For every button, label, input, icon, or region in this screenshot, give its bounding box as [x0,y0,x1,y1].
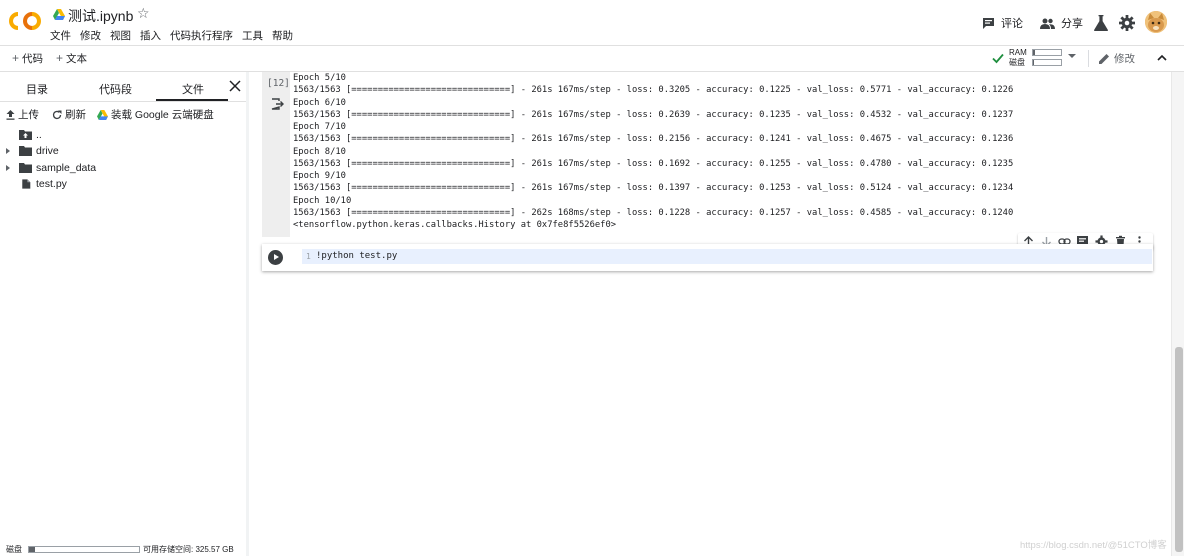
file-item-label: test.py [36,177,67,190]
file-item-label: .. [36,128,42,141]
tab-code-snippets[interactable]: 代码段 [99,81,132,97]
comment-button[interactable]: 评论 [982,15,1023,31]
folder-up-icon [19,130,32,140]
disk-label: 磁盘 [1009,58,1025,67]
add-code-button[interactable]: + 代码 [12,51,43,66]
cell-gutter: [12] [262,72,290,237]
user-avatar[interactable] [1145,11,1167,33]
edit-mode-button[interactable]: 修改 [1099,51,1135,66]
comment-icon [983,17,994,29]
tab-table-of-contents[interactable]: 目录 [26,81,48,97]
cat-avatar-icon [1145,11,1167,33]
sidebar-tabs: 目录 代码段 文件 [0,72,246,102]
watermark-text: https://blog.csdn.net/@51CTO博客 [1020,540,1167,551]
plus-icon: + [12,51,20,65]
star-icon[interactable]: ☆ [137,5,150,22]
notebook-toolbar: + 代码 + 文本 RAM 磁盘 修改 [0,45,1184,72]
menu-runtime[interactable]: 代码执行程序 [170,28,233,43]
file-item-label: sample_data [36,161,97,174]
notebook-area: [12] Epoch 5/10 1563/1563 [=============… [249,72,1184,556]
disk-usage-bar[interactable] [1032,59,1062,66]
flask-icon[interactable] [1093,15,1109,31]
code-cell[interactable]: 1 !python test.py [262,244,1153,271]
sidebar: 目录 代码段 文件 上传 刷新 装载 Google 云端硬盘 .. drive … [0,72,247,556]
colab-logo[interactable] [9,10,41,32]
main-scrollbar[interactable] [1171,72,1184,556]
connected-check-icon [992,53,1004,64]
settings-gear-icon[interactable] [1119,15,1135,31]
output-exit-icon[interactable] [271,98,284,110]
folder-icon [19,163,32,173]
line-number: 1 [306,252,311,261]
expand-caret-icon[interactable] [6,147,10,154]
code-text[interactable]: !python test.py [316,251,397,261]
ram-label: RAM [1009,48,1027,57]
run-cell-button[interactable] [268,250,283,265]
disk-available-text: 可用存储空间: 325.57 GB [143,545,234,554]
mount-drive-label: 装载 Google 云端硬盘 [111,109,214,121]
menu-edit[interactable]: 修改 [80,28,101,43]
file-item-label: drive [36,144,59,157]
upload-label: 上传 [18,109,39,121]
disk-footer-label: 磁盘 [6,545,22,554]
expand-caret-icon[interactable] [6,164,10,171]
resource-labels[interactable]: RAM 磁盘 [1009,48,1027,68]
plus-icon: + [56,51,64,65]
disk-usage-footer: 磁盘 可用存储空间: 325.57 GB [6,544,244,556]
disk-usage-fill [1033,60,1034,65]
menu-insert[interactable]: 插入 [140,28,161,43]
toolbar-divider [1088,50,1089,67]
ram-usage-bar[interactable] [1032,49,1062,56]
tab-files[interactable]: 文件 [182,81,204,97]
refresh-label: 刷新 [65,109,86,121]
active-tab-indicator [156,99,228,101]
edit-label: 修改 [1114,53,1135,65]
comment-label: 评论 [1001,18,1023,30]
google-drive-icon [97,109,108,120]
menu-tools[interactable]: 工具 [242,28,263,43]
add-code-label: 代码 [22,53,44,65]
menu-file[interactable]: 文件 [50,28,71,43]
share-button[interactable]: 分享 [1040,15,1083,31]
output-cell[interactable]: [12] Epoch 5/10 1563/1563 [=============… [262,72,1140,237]
upload-button[interactable]: 上传 [6,107,39,122]
menu-bar: 文件 修改 视图 插入 代码执行程序 工具 帮助 [50,28,293,43]
refresh-button[interactable]: 刷新 [52,107,86,122]
mount-drive-button[interactable]: 装载 Google 云端硬盘 [97,107,214,122]
people-icon [1040,18,1055,29]
ram-usage-fill [1033,50,1036,55]
chevron-up-icon[interactable] [1155,51,1169,65]
execution-count: [12] [267,78,290,89]
disk-usage-fill [29,547,35,552]
notebook-title[interactable]: 测试.ipynb [68,6,133,26]
share-label: 分享 [1061,18,1083,30]
upload-icon [6,109,15,120]
add-text-button[interactable]: + 文本 [56,51,87,66]
disk-usage-bar [28,546,140,553]
close-icon[interactable] [228,79,242,93]
menu-view[interactable]: 视图 [110,28,131,43]
refresh-icon [52,110,62,119]
file-icon [22,178,31,189]
scrollbar-thumb[interactable] [1175,347,1183,552]
chevron-down-icon[interactable] [1068,54,1076,58]
code-editor-line[interactable] [302,249,1152,264]
pencil-icon [1099,54,1109,64]
header-bar: 测试.ipynb ☆ 文件 修改 视图 插入 代码执行程序 工具 帮助 评论 分… [0,0,1184,45]
menu-help[interactable]: 帮助 [272,28,293,43]
add-text-label: 文本 [66,53,88,65]
cell-output-text: Epoch 5/10 1563/1563 [==================… [293,73,1014,230]
google-drive-icon [53,9,65,20]
folder-icon [19,146,32,156]
